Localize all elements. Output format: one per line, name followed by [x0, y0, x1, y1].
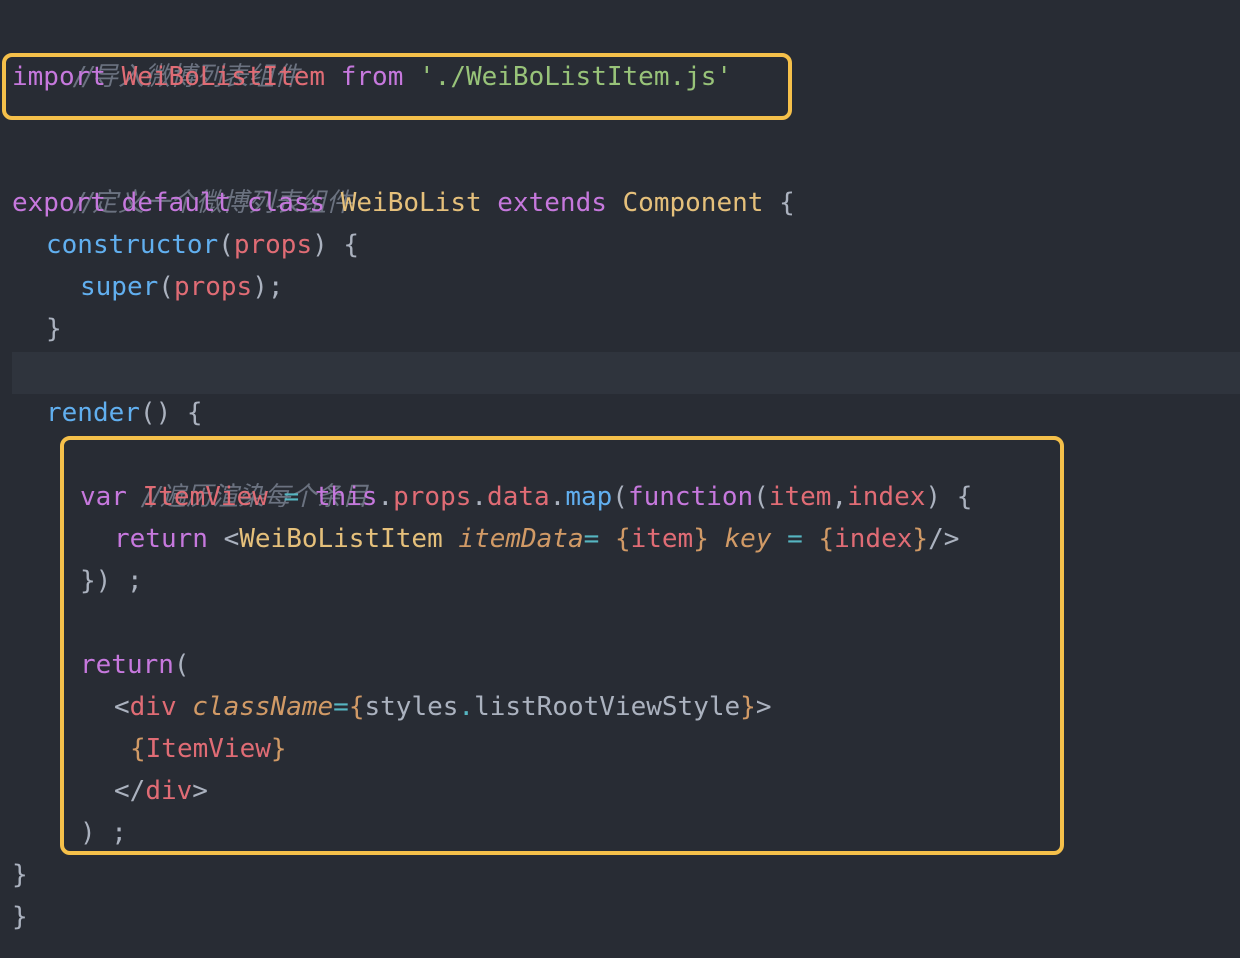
paren-close-semicolon: );: [252, 272, 284, 302]
render-highlight-box: [60, 436, 1064, 855]
keyword-extends: extends: [497, 188, 607, 218]
keyword-default: default: [121, 188, 232, 218]
constructor-name: constructor: [46, 230, 219, 260]
render-parens-brace: () {: [139, 398, 203, 428]
current-line-highlight: [12, 352, 1240, 394]
keyword-class: class: [246, 188, 326, 218]
keyword-export: export: [12, 188, 106, 218]
render-method: render: [46, 398, 140, 428]
code-line-3: //定义一个微博列表组件: [12, 140, 353, 218]
import-highlight-box: [2, 53, 792, 120]
code-line-6: super(props);: [80, 266, 284, 308]
super-param: props: [173, 272, 253, 302]
paren-open: (: [158, 272, 174, 302]
code-editor[interactable]: //导入微博列表组件 import WeiBoListItem from './…: [0, 0, 1240, 958]
constructor-close-brace: }: [46, 314, 62, 344]
class-close-brace: }: [12, 902, 28, 932]
render-close-brace: }: [12, 860, 28, 890]
paren-close-brace: ) {: [312, 230, 360, 260]
code-line-4: export default class WeiBoList extends C…: [12, 182, 795, 224]
super-call: super: [80, 272, 159, 302]
paren-open: (: [218, 230, 234, 260]
constructor-param: props: [233, 230, 313, 260]
class-open-brace: {: [779, 188, 795, 218]
code-line-21: }: [12, 896, 28, 938]
code-line-7: }: [46, 308, 62, 350]
code-line-5: constructor(props) {: [46, 224, 359, 266]
code-line-1: //导入微博列表组件: [12, 14, 301, 92]
class-name: WeiBoList: [340, 188, 482, 218]
code-line-20: }: [12, 854, 28, 896]
code-line-9: render() {: [46, 392, 203, 434]
parent-class-name: Component: [622, 188, 764, 218]
